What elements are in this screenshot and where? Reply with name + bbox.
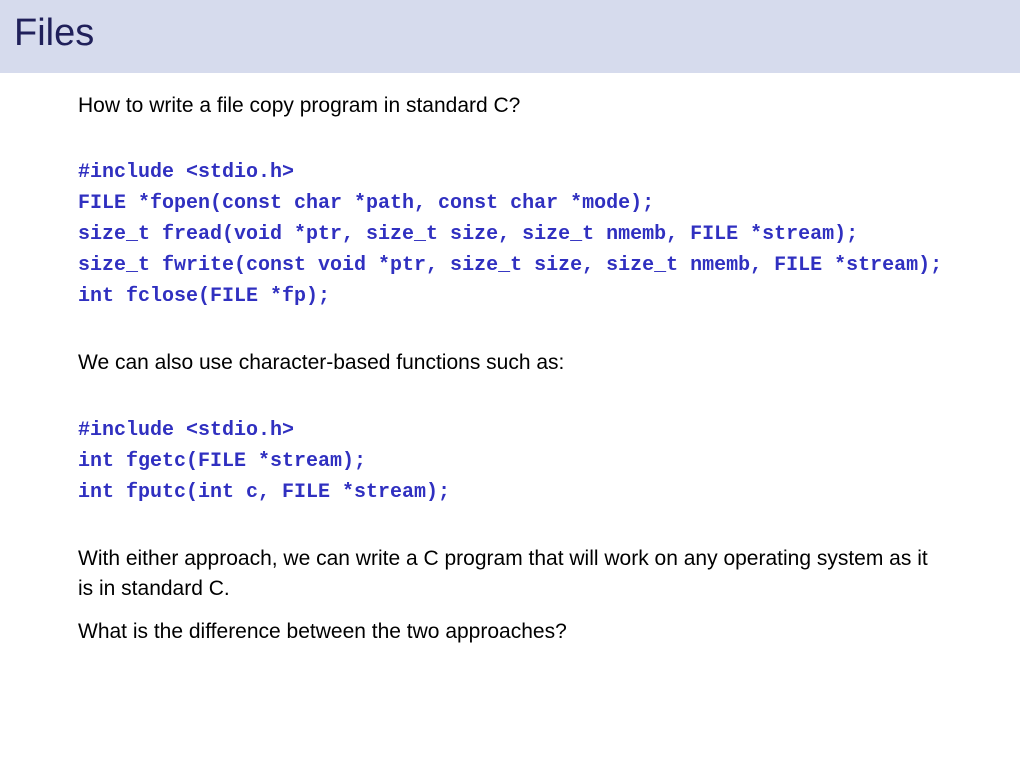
code-line: int fputc(int c, FILE *stream); bbox=[78, 481, 450, 504]
paragraph-1: With either approach, we can write a C p… bbox=[78, 544, 942, 605]
code-block-2: #include <stdio.h> int fgetc(FILE *strea… bbox=[78, 415, 942, 508]
slide-content: How to write a file copy program in stan… bbox=[0, 73, 1020, 647]
code-line: size_t fread(void *ptr, size_t size, siz… bbox=[78, 223, 858, 246]
slide-title-bar: Files bbox=[0, 0, 1020, 73]
code-line: size_t fwrite(const void *ptr, size_t si… bbox=[78, 254, 942, 277]
slide-title: Files bbox=[14, 12, 1006, 55]
code-line: #include <stdio.h> bbox=[78, 161, 294, 184]
middle-text: We can also use character-based function… bbox=[78, 348, 942, 378]
code-line: FILE *fopen(const char *path, const char… bbox=[78, 192, 654, 215]
code-line: int fgetc(FILE *stream); bbox=[78, 450, 366, 473]
code-block-1: #include <stdio.h> FILE *fopen(const cha… bbox=[78, 157, 942, 312]
intro-text: How to write a file copy program in stan… bbox=[78, 91, 942, 121]
code-line: int fclose(FILE *fp); bbox=[78, 285, 330, 308]
paragraph-2: What is the difference between the two a… bbox=[78, 617, 942, 647]
code-line: #include <stdio.h> bbox=[78, 419, 294, 442]
